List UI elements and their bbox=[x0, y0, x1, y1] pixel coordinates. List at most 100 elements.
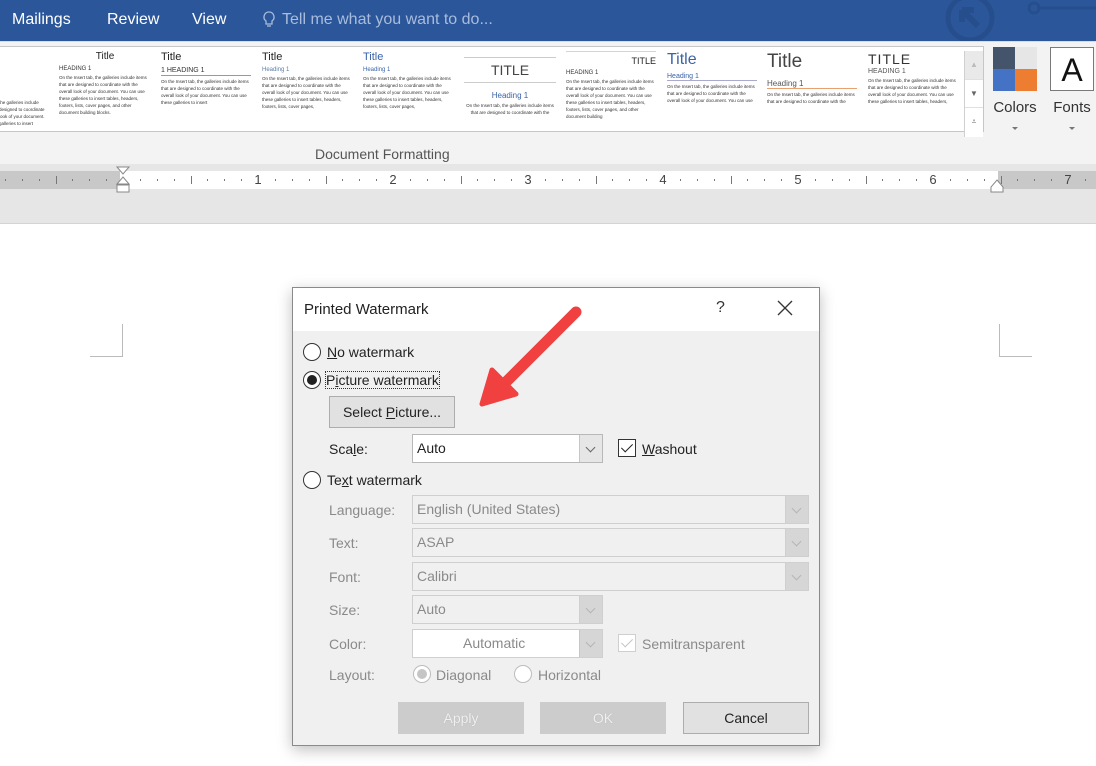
scale-combobox[interactable]: Auto bbox=[412, 434, 603, 463]
color-swatch bbox=[993, 69, 1015, 91]
tell-me-search[interactable]: Tell me what you want to do... bbox=[262, 11, 493, 29]
ruler-tick bbox=[882, 179, 884, 181]
right-indent-marker-icon[interactable] bbox=[990, 179, 1004, 193]
ruler-tick bbox=[814, 179, 816, 181]
font-combobox[interactable]: Calibri bbox=[412, 562, 809, 591]
ruler-tick bbox=[38, 179, 40, 181]
dropdown-button[interactable] bbox=[785, 496, 808, 523]
dropdown-button[interactable] bbox=[785, 563, 808, 590]
no-watermark-radio[interactable] bbox=[303, 343, 321, 361]
checkmark-icon bbox=[620, 440, 634, 453]
lightbulb-icon bbox=[263, 11, 275, 27]
ruler-number: 3 bbox=[524, 172, 532, 187]
chevron-down-icon bbox=[791, 503, 802, 514]
size-value: Auto bbox=[417, 601, 446, 617]
ruler-tick bbox=[4, 179, 6, 181]
ruler-tick bbox=[764, 179, 766, 181]
tab-mailings[interactable]: Mailings bbox=[12, 11, 71, 29]
tab-review[interactable]: Review bbox=[107, 11, 159, 29]
size-combobox[interactable]: Auto bbox=[412, 595, 603, 624]
colors-button[interactable]: Colors bbox=[990, 47, 1040, 139]
ruler-tick bbox=[561, 179, 563, 181]
semitransparent-label[interactable]: Semitransparent bbox=[642, 636, 745, 652]
ruler-tick bbox=[494, 179, 496, 181]
ruler-area: 1 2 3 4 5 6 7 bbox=[0, 164, 1096, 224]
washout-checkbox[interactable] bbox=[618, 439, 636, 457]
ruler-tick bbox=[595, 176, 597, 184]
help-button[interactable]: ? bbox=[716, 299, 725, 317]
color-value: Automatic bbox=[463, 635, 526, 651]
ruler-tick bbox=[848, 179, 850, 181]
picture-watermark-radio[interactable] bbox=[303, 371, 321, 389]
diagonal-label[interactable]: Diagonal bbox=[436, 667, 491, 683]
tab-view[interactable]: View bbox=[192, 11, 226, 29]
ruler-number: 6 bbox=[929, 172, 937, 187]
select-picture-button[interactable]: Select Picture... bbox=[329, 396, 455, 428]
ruler-tick bbox=[376, 179, 378, 181]
no-watermark-label[interactable]: No watermark bbox=[327, 344, 414, 360]
style-set-item[interactable]: Title 1 HEADING 1 On the Insert tab, the… bbox=[161, 51, 251, 129]
label-text: t watermark bbox=[348, 472, 422, 488]
text-combobox[interactable]: ASAP bbox=[412, 528, 809, 557]
text-watermark-radio[interactable] bbox=[303, 471, 321, 489]
ruler-left-margin bbox=[0, 171, 120, 189]
ruler-tick bbox=[409, 179, 411, 181]
gallery-scroll-up-button[interactable]: ▲ bbox=[965, 51, 983, 80]
ruler-tick bbox=[646, 179, 648, 181]
indent-marker-icon[interactable] bbox=[116, 166, 130, 196]
dropdown-button[interactable] bbox=[785, 529, 808, 556]
ruler-tick bbox=[207, 179, 209, 181]
scale-label: Scale: bbox=[329, 441, 368, 457]
style-set-item[interactable]: Title HEADING 1 On the Insert tab, the g… bbox=[59, 51, 151, 129]
size-label: Size: bbox=[329, 602, 361, 618]
dropdown-button[interactable] bbox=[579, 596, 602, 623]
horizontal-radio[interactable] bbox=[514, 665, 532, 683]
label-text: cture watermark bbox=[338, 372, 439, 388]
apply-button[interactable]: Apply bbox=[398, 702, 524, 734]
text-watermark-label[interactable]: Text watermark bbox=[327, 472, 422, 488]
gallery-more-button[interactable]: ⩡ bbox=[965, 108, 983, 137]
style-set-item[interactable]: the galleries include designed to coordi… bbox=[0, 51, 47, 129]
ruler-tick bbox=[916, 179, 918, 181]
cancel-button[interactable]: Cancel bbox=[683, 702, 809, 734]
language-combobox[interactable]: English (United States) bbox=[412, 495, 809, 524]
color-swatch bbox=[993, 47, 1015, 69]
ruler-tick bbox=[1051, 179, 1053, 181]
style-set-item[interactable]: TITLE HEADING 1 On the Insert tab, the g… bbox=[868, 51, 960, 129]
ruler-tick bbox=[1017, 179, 1019, 181]
close-icon[interactable] bbox=[776, 299, 794, 317]
ruler-tick bbox=[443, 179, 445, 181]
gallery-scroll-down-button[interactable]: ▼ bbox=[965, 80, 983, 109]
layout-label: Layout: bbox=[329, 667, 375, 683]
ruler-tick bbox=[359, 179, 361, 181]
scale-value: Auto bbox=[417, 440, 446, 456]
style-set-item[interactable]: TITLE Heading 1 On the Insert tab, the g… bbox=[464, 51, 556, 129]
label-text: o watermark bbox=[337, 344, 415, 360]
dropdown-button[interactable] bbox=[579, 435, 602, 462]
ok-button[interactable]: OK bbox=[540, 702, 666, 734]
picture-watermark-label[interactable]: Picture watermark bbox=[325, 371, 440, 389]
washout-label[interactable]: Washout bbox=[642, 441, 697, 457]
style-set-item[interactable]: Title Heading 1 On the Insert tab, the g… bbox=[667, 51, 757, 129]
dropdown-button[interactable] bbox=[579, 630, 602, 657]
semitransparent-checkbox[interactable] bbox=[618, 634, 636, 652]
fonts-button[interactable]: A Fonts bbox=[1048, 47, 1096, 139]
ruler-tick bbox=[55, 176, 57, 184]
horizontal-label[interactable]: Horizontal bbox=[538, 667, 601, 683]
label-text: P bbox=[326, 372, 336, 388]
style-set-item[interactable]: TITLE HEADING 1 On the Insert tab, the g… bbox=[566, 51, 656, 129]
style-set-item[interactable]: Title Heading 1 On the Insert tab, the g… bbox=[363, 51, 453, 129]
page-corner-mark bbox=[90, 324, 123, 357]
diagonal-radio[interactable] bbox=[413, 665, 431, 683]
horizontal-ruler[interactable]: 1 2 3 4 5 6 7 bbox=[0, 166, 1096, 193]
text-label: Text: bbox=[329, 535, 359, 551]
tell-me-placeholder: Tell me what you want to do... bbox=[282, 11, 493, 28]
ruler-tick bbox=[899, 179, 901, 181]
style-set-item[interactable]: Title Heading 1 On the Insert tab, the g… bbox=[767, 51, 857, 129]
ribbon-tab-bar: Mailings Review View Tell me what you wa… bbox=[0, 0, 1096, 41]
ruler-tick bbox=[342, 179, 344, 181]
style-set-item[interactable]: Title Heading 1 On the Insert tab, the g… bbox=[262, 51, 352, 129]
color-combobox[interactable]: Automatic bbox=[412, 629, 603, 658]
accel-key: N bbox=[327, 344, 338, 360]
ruler-tick bbox=[578, 179, 580, 181]
